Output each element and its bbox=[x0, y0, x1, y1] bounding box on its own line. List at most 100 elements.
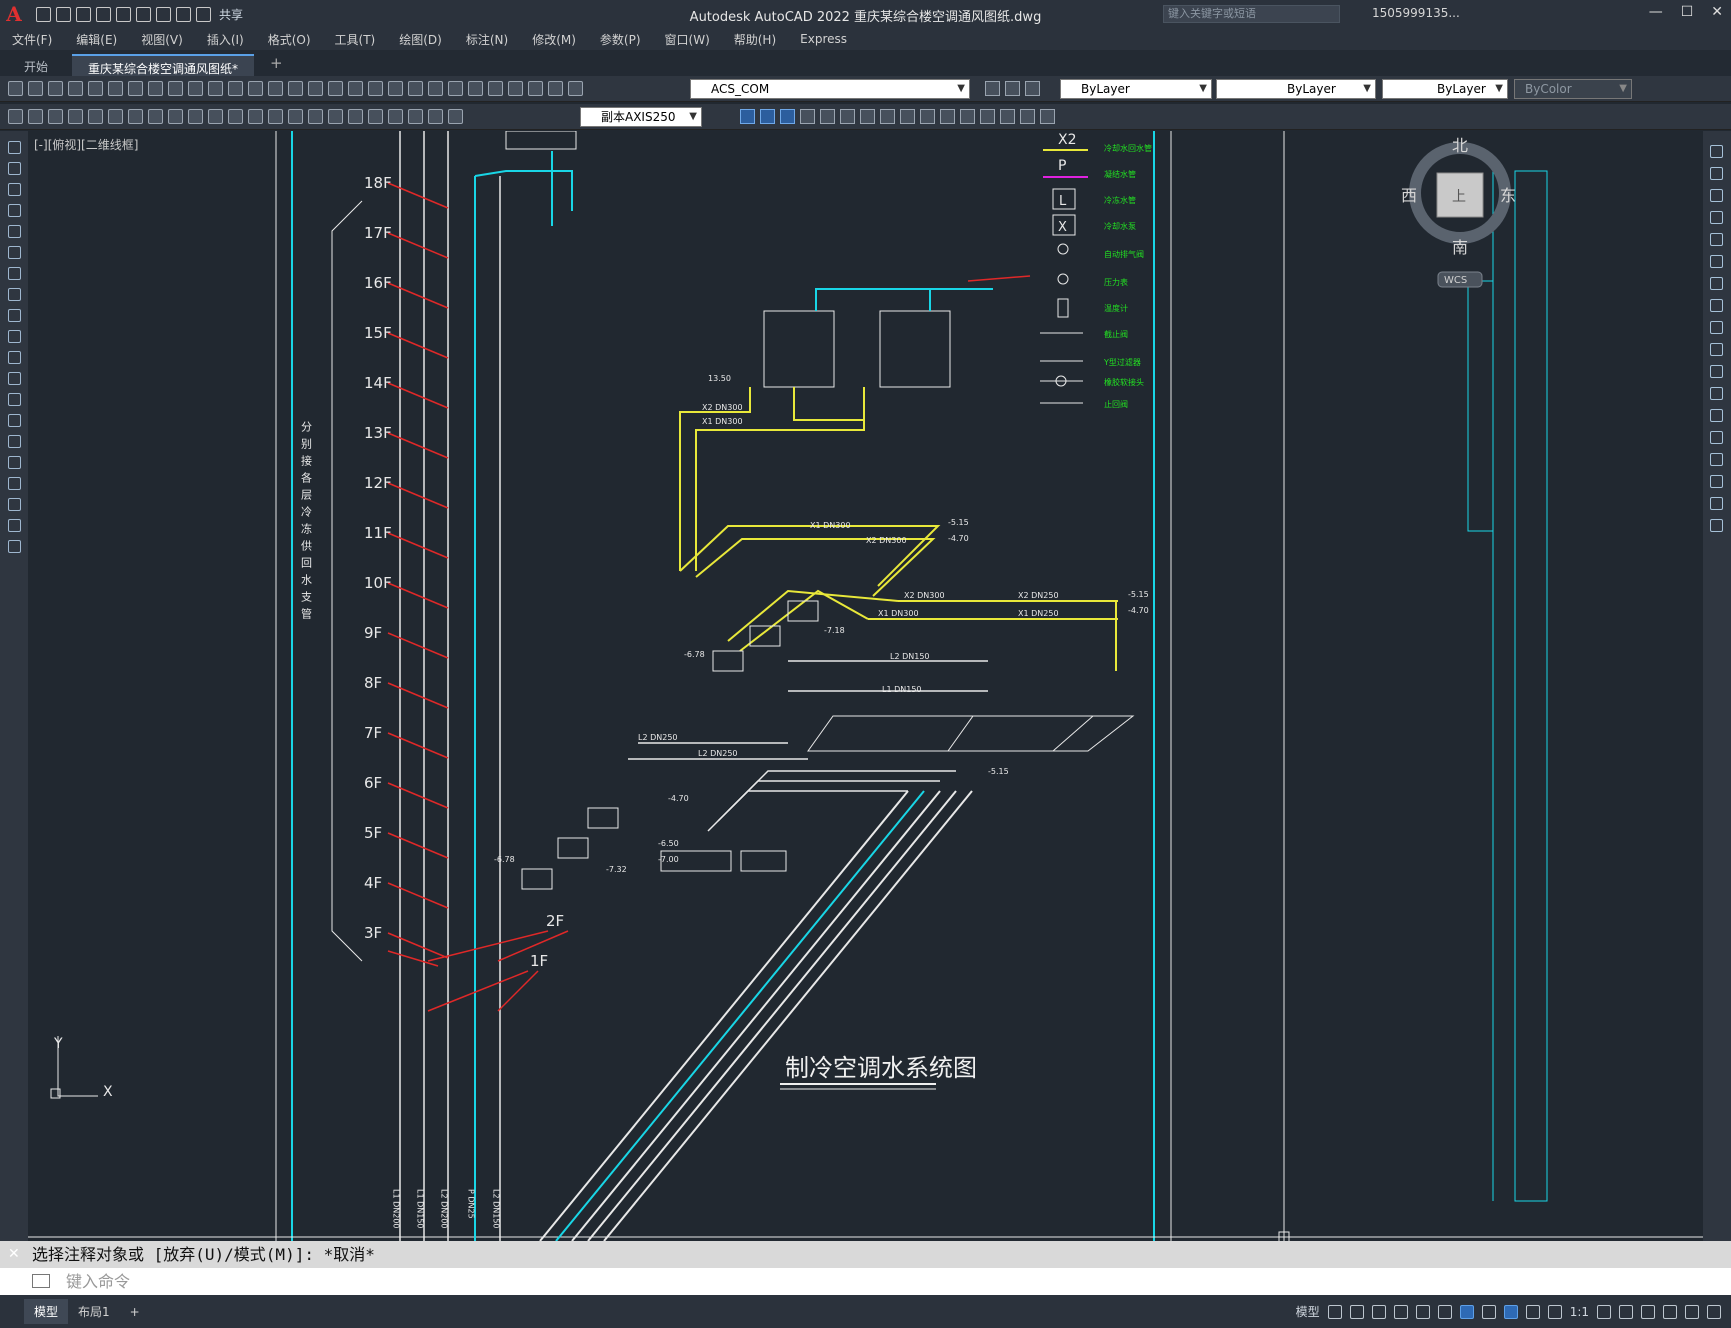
tab-layout1[interactable]: 布局1 bbox=[68, 1299, 120, 1324]
table-icon[interactable] bbox=[8, 498, 21, 511]
arc-length-icon[interactable] bbox=[108, 109, 123, 124]
ortho-icon[interactable] bbox=[1371, 1304, 1386, 1319]
jogged-icon[interactable] bbox=[168, 109, 183, 124]
aligned-dim-icon[interactable] bbox=[88, 109, 103, 124]
save-icon[interactable] bbox=[76, 6, 91, 22]
tool-icon[interactable] bbox=[740, 109, 755, 124]
menu-view[interactable]: 视图(V) bbox=[129, 31, 195, 48]
tool-icon[interactable] bbox=[900, 109, 915, 124]
cut-icon[interactable] bbox=[148, 81, 163, 96]
dimedit-icon[interactable] bbox=[408, 109, 423, 124]
publish-icon[interactable] bbox=[108, 81, 123, 96]
design-center-icon[interactable] bbox=[388, 81, 403, 96]
hardware-accel-icon[interactable] bbox=[1663, 1304, 1677, 1319]
layer-dropdown[interactable]: ACS_COM ▼ bbox=[690, 79, 970, 99]
copy-icon[interactable] bbox=[168, 81, 183, 96]
tool-icon[interactable] bbox=[48, 109, 63, 124]
lineweight-icon[interactable] bbox=[1481, 1304, 1496, 1319]
viewcube-west[interactable]: 西 bbox=[1401, 186, 1417, 205]
layer-lock-icon[interactable] bbox=[568, 81, 583, 96]
close-button[interactable]: ✕ bbox=[1711, 4, 1723, 20]
paste-icon[interactable] bbox=[188, 81, 203, 96]
customize-icon[interactable]: ⚙ bbox=[8, 1274, 21, 1290]
explode-icon[interactable] bbox=[1710, 519, 1723, 532]
linear-dim-icon[interactable] bbox=[68, 109, 83, 124]
continue-icon[interactable] bbox=[268, 109, 283, 124]
revcloud-icon[interactable] bbox=[8, 288, 21, 301]
hatch-icon[interactable] bbox=[8, 435, 21, 448]
redo-icon[interactable] bbox=[196, 6, 211, 22]
viewport-label[interactable]: [-][俯视][二维线框] bbox=[34, 136, 138, 153]
polyline-icon[interactable] bbox=[8, 183, 21, 196]
layer-previous-icon[interactable] bbox=[1025, 81, 1040, 96]
zoom-previous-icon[interactable] bbox=[348, 81, 363, 96]
markup-icon[interactable] bbox=[448, 81, 463, 96]
help-icon[interactable] bbox=[488, 81, 503, 96]
add-layout-button[interactable]: + bbox=[120, 1301, 150, 1323]
layer-properties-icon[interactable] bbox=[508, 81, 523, 96]
ellipse-icon[interactable] bbox=[8, 330, 21, 343]
menu-format[interactable]: 格式(O) bbox=[256, 31, 323, 48]
extend-icon[interactable] bbox=[1710, 365, 1723, 378]
insert-block-icon[interactable] bbox=[8, 372, 21, 385]
preview-icon[interactable] bbox=[88, 81, 103, 96]
baseline-icon[interactable] bbox=[248, 109, 263, 124]
point-icon[interactable] bbox=[8, 414, 21, 427]
save-web-icon[interactable] bbox=[136, 6, 151, 22]
viewcube[interactable]: 上 北 南 东 西 WCS bbox=[1401, 136, 1516, 288]
tool-icon[interactable] bbox=[920, 109, 935, 124]
tool-icon[interactable] bbox=[860, 109, 875, 124]
tool-icon[interactable] bbox=[960, 109, 975, 124]
tool-icon[interactable] bbox=[1020, 109, 1035, 124]
annotation-scale-icon[interactable] bbox=[1547, 1304, 1562, 1319]
tab-drawing[interactable]: 重庆某综合楼空调通风图纸* bbox=[72, 54, 255, 76]
grid-icon[interactable] bbox=[1327, 1304, 1342, 1319]
calculator-icon[interactable] bbox=[468, 81, 483, 96]
circle-icon[interactable] bbox=[8, 267, 21, 280]
line-icon[interactable] bbox=[8, 141, 21, 154]
auto-scale-icon[interactable] bbox=[1525, 1304, 1540, 1319]
undo-icon[interactable] bbox=[248, 81, 263, 96]
osnap-track-icon[interactable] bbox=[1415, 1304, 1430, 1319]
viewcube-south[interactable]: 南 bbox=[1452, 238, 1468, 257]
layer-freeze-icon[interactable] bbox=[548, 81, 563, 96]
radius-icon[interactable] bbox=[148, 109, 163, 124]
polygon-icon[interactable] bbox=[8, 204, 21, 217]
break-icon[interactable] bbox=[308, 109, 323, 124]
inspect-icon[interactable] bbox=[368, 109, 383, 124]
plotstyle-dropdown[interactable]: ByColor ▼ bbox=[1514, 79, 1632, 99]
plot-icon[interactable] bbox=[156, 6, 171, 22]
tool-palettes-icon[interactable] bbox=[408, 81, 423, 96]
tool-icon[interactable] bbox=[1040, 109, 1055, 124]
make-block-icon[interactable] bbox=[8, 393, 21, 406]
tool-icon[interactable] bbox=[820, 109, 835, 124]
center-mark-icon[interactable] bbox=[348, 109, 363, 124]
menu-tools[interactable]: 工具(T) bbox=[323, 31, 388, 48]
block-editor-icon[interactable] bbox=[228, 81, 243, 96]
viewcube-north[interactable]: 北 bbox=[1452, 136, 1468, 155]
tolerance-icon[interactable] bbox=[328, 109, 343, 124]
new-icon[interactable] bbox=[36, 6, 51, 22]
mirror-icon[interactable] bbox=[1710, 189, 1723, 202]
menu-parametric[interactable]: 参数(P) bbox=[588, 31, 653, 48]
clean-screen-icon[interactable] bbox=[1685, 1304, 1699, 1319]
save-icon[interactable] bbox=[48, 81, 63, 96]
blend-icon[interactable] bbox=[1710, 497, 1723, 510]
arc-icon[interactable] bbox=[8, 246, 21, 259]
annotation-visibility-icon[interactable] bbox=[1503, 1304, 1518, 1319]
open-icon[interactable] bbox=[28, 81, 43, 96]
angle-icon[interactable] bbox=[1437, 1304, 1452, 1319]
match-icon[interactable] bbox=[208, 81, 223, 96]
polar-icon[interactable] bbox=[1393, 1304, 1408, 1319]
menu-insert[interactable]: 插入(I) bbox=[195, 31, 256, 48]
scale-icon[interactable] bbox=[1710, 299, 1723, 312]
jog-line-icon[interactable] bbox=[388, 109, 403, 124]
mtext-icon[interactable] bbox=[8, 519, 21, 532]
tool-icon[interactable] bbox=[28, 109, 43, 124]
move-icon[interactable] bbox=[1710, 255, 1723, 268]
copy-icon[interactable] bbox=[1710, 167, 1723, 180]
viewcube-face[interactable]: 上 bbox=[1452, 189, 1466, 205]
join-icon[interactable] bbox=[1710, 431, 1723, 444]
scale-value[interactable]: 1:1 bbox=[1570, 1305, 1589, 1319]
space-icon[interactable] bbox=[288, 109, 303, 124]
